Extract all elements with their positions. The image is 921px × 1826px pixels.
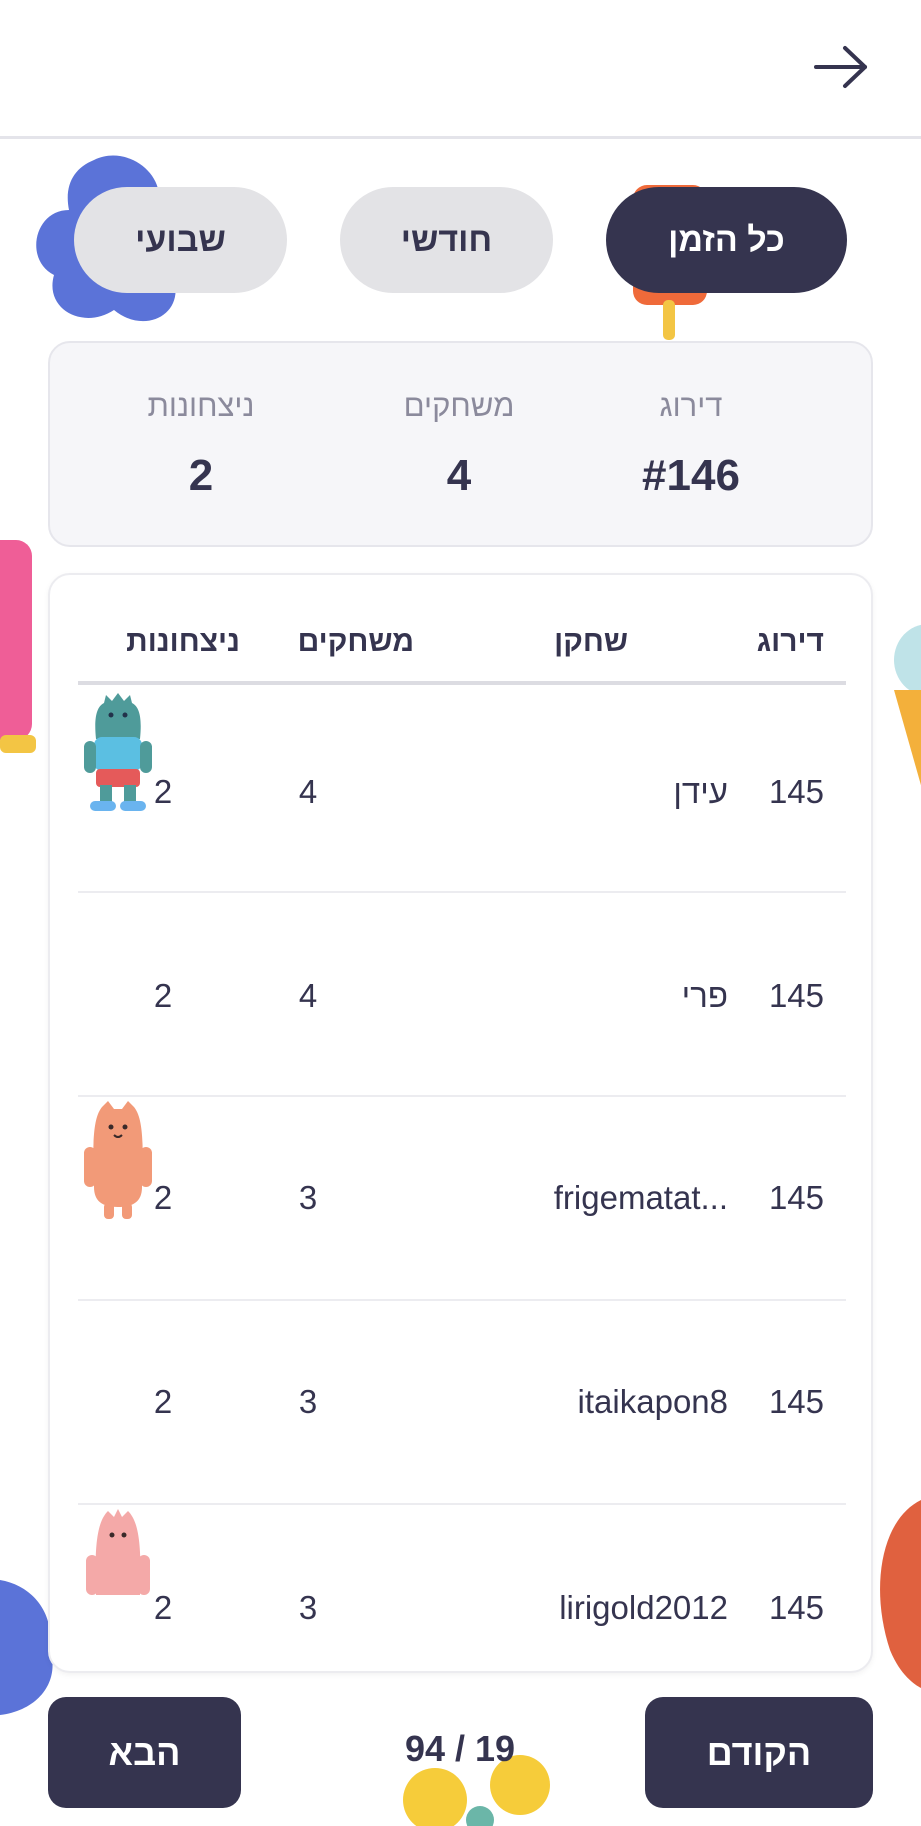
row-wins: 2 <box>153 1589 173 1626</box>
table-row[interactable]: 145 פרי 4 2 <box>78 893 846 1097</box>
header-rank: דירוג <box>756 625 824 658</box>
top-bar <box>0 0 921 139</box>
table-header: דירוג שחקן משחקים ניצחונות <box>78 615 846 685</box>
page-indicator: 94 / 19 <box>404 1728 516 1769</box>
table-row[interactable]: 145 frigematat... 3 2 <box>78 1097 846 1301</box>
summary-wins-label: ניצחונות <box>147 388 255 423</box>
next-page-button[interactable]: הבא <box>48 1697 241 1808</box>
row-rank: 145 <box>768 1179 824 1216</box>
row-wins: 2 <box>153 1179 173 1216</box>
table-row[interactable]: 145 עידן 4 2 <box>78 689 846 893</box>
summary-wins-value: 2 <box>188 451 214 500</box>
leaf-decoration <box>870 1500 921 1690</box>
row-player-name: lirigold2012 <box>559 1589 728 1626</box>
header-player: שחקן <box>554 625 628 658</box>
row-player-name: עידן <box>673 773 728 810</box>
row-games: 3 <box>298 1589 318 1626</box>
row-wins: 2 <box>153 1383 173 1420</box>
row-games: 3 <box>298 1179 318 1216</box>
tab-monthly[interactable]: חודשי <box>340 187 553 293</box>
row-games: 4 <box>298 977 318 1014</box>
back-button[interactable] <box>811 40 871 94</box>
row-rank: 145 <box>768 977 824 1014</box>
row-rank: 145 <box>768 1383 824 1420</box>
row-player-name: פרי <box>681 977 728 1014</box>
header-games: משחקים <box>297 625 414 658</box>
tab-weekly[interactable]: שבועי <box>74 187 287 293</box>
table-row[interactable]: 145 lirigold2012 3 2 <box>78 1505 846 1671</box>
ice-cream-cone-decoration <box>888 620 921 810</box>
row-rank: 145 <box>768 1589 824 1626</box>
summary-rank-value: #146 <box>642 451 740 500</box>
header-wins: ניצחונות <box>126 625 240 658</box>
row-games: 3 <box>298 1383 318 1420</box>
row-player-name: itaikapon8 <box>577 1383 728 1420</box>
pink-popsicle-decoration <box>0 540 40 770</box>
summary-rank-label: דירוג <box>659 388 723 423</box>
row-wins: 2 <box>153 977 173 1014</box>
row-wins: 2 <box>153 773 173 810</box>
tab-all-time[interactable]: כל הזמן <box>606 187 847 293</box>
summary-games-label: משחקים <box>403 388 515 423</box>
previous-page-button[interactable]: הקודם <box>645 1697 873 1808</box>
row-games: 4 <box>298 773 318 810</box>
user-summary-card: דירוג #146 משחקים 4 ניצחונות 2 <box>48 341 873 547</box>
leaderboard-table[interactable]: דירוג שחקן משחקים ניצחונות 145 עידן 4 2 <box>48 573 873 1673</box>
row-player-name: frigematat... <box>553 1179 728 1216</box>
summary-games-value: 4 <box>446 451 472 500</box>
row-rank: 145 <box>768 773 824 810</box>
arrow-right-icon <box>814 46 867 88</box>
table-row[interactable]: 145 itaikapon8 3 2 <box>78 1301 846 1505</box>
